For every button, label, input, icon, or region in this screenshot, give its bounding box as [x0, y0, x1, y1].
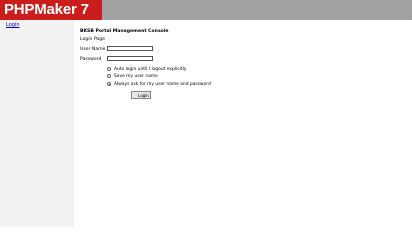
radio-button-checked[interactable] [107, 82, 111, 86]
radio-label: Auto login until I logout explicitly [114, 66, 187, 72]
username-input[interactable] [107, 46, 153, 51]
password-input[interactable] [107, 56, 153, 61]
login-button[interactable]: Login [131, 91, 151, 99]
password-label: Password [80, 57, 102, 62]
radio-button[interactable] [107, 67, 111, 71]
radio-label: Save my user name [114, 73, 158, 79]
console-title: BKSB Portal Management Console [80, 29, 169, 34]
phpmaker-logo: PHPMaker 7 [0, 0, 102, 20]
radio-always-ask[interactable]: Always ask for my user name and password [107, 81, 211, 87]
username-label: User Name [80, 47, 106, 52]
radio-button[interactable] [107, 74, 111, 78]
main-content: BKSB Portal Management Console Login Pag… [74, 20, 412, 227]
radio-save-username[interactable]: Save my user name [107, 73, 158, 79]
header-bar: PHPMaker 7 [0, 0, 412, 20]
radio-auto-login[interactable]: Auto login until I logout explicitly [107, 66, 186, 72]
sidebar-login-link[interactable]: Login [6, 22, 20, 28]
radio-label: Always ask for my user name and password [114, 81, 211, 87]
page-title: Login Page [80, 37, 105, 42]
sidebar: Login [0, 20, 74, 227]
